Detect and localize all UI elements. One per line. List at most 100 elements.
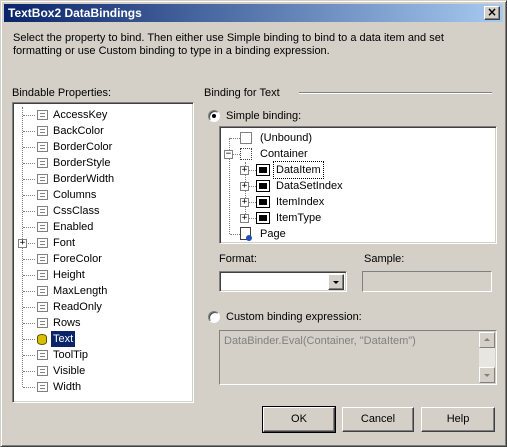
property-item[interactable]: BorderStyle <box>13 155 191 171</box>
format-dropdown-button[interactable] <box>328 274 344 290</box>
tree-guide-line <box>23 227 35 228</box>
property-item[interactable]: Height <box>13 267 191 283</box>
simple-binding-radio[interactable] <box>208 110 220 122</box>
data-source-node[interactable]: + ItemIndex <box>220 194 494 210</box>
custom-expression-field: DataBinder.Eval(Container, "DataItem") <box>219 330 497 385</box>
property-icon <box>37 382 48 392</box>
property-icon <box>37 238 48 248</box>
chevron-down-icon <box>333 281 339 284</box>
property-item[interactable]: ReadOnly <box>13 299 191 315</box>
expand-icon[interactable]: + <box>240 198 249 207</box>
property-item[interactable]: ForeColor <box>13 251 191 267</box>
format-label: Format: <box>219 253 257 265</box>
data-source-label: Container <box>260 148 308 160</box>
data-source-node[interactable]: (Unbound) <box>220 130 494 146</box>
tree-guide-line <box>23 131 35 132</box>
scroll-track[interactable] <box>479 348 495 367</box>
tree-guide-line <box>230 138 240 139</box>
property-icon <box>37 350 48 360</box>
tree-guide-line <box>23 195 35 196</box>
data-source-node[interactable]: − Container <box>220 146 494 162</box>
cancel-button[interactable]: Cancel <box>342 407 414 432</box>
scroll-down-button[interactable] <box>479 367 495 383</box>
property-icon <box>37 110 48 120</box>
data-source-node[interactable]: Page <box>220 226 494 242</box>
property-item[interactable]: BackColor <box>13 123 191 139</box>
data-item-icon <box>256 164 270 176</box>
scroll-down-icon <box>484 374 490 377</box>
expand-icon[interactable]: + <box>18 239 27 248</box>
property-item[interactable]: AccessKey <box>13 107 191 123</box>
expand-icon[interactable]: + <box>240 182 249 191</box>
property-item[interactable]: + Font <box>13 235 191 251</box>
close-button[interactable]: × <box>484 6 500 20</box>
window-title: TextBox2 DataBindings <box>8 6 142 20</box>
tree-guide-line <box>23 387 35 388</box>
property-item[interactable]: Visible <box>13 363 191 379</box>
page-icon <box>240 227 252 241</box>
property-icon <box>37 286 48 296</box>
data-item-icon <box>256 180 270 192</box>
property-item[interactable]: ToolTip <box>13 347 191 363</box>
property-item[interactable]: BorderColor <box>13 139 191 155</box>
expand-icon[interactable]: + <box>240 166 249 175</box>
property-item[interactable]: Width <box>13 379 191 395</box>
property-item[interactable]: Columns <box>13 187 191 203</box>
instructions-text: Select the property to bind. Then either… <box>13 32 444 57</box>
property-item[interactable]: CssClass <box>13 203 191 219</box>
property-icon <box>37 190 48 200</box>
tree-guide-line <box>23 323 35 324</box>
property-item[interactable]: BorderWidth <box>13 171 191 187</box>
property-item-label: Height <box>53 269 85 281</box>
data-source-node[interactable]: + DataItem <box>220 161 494 179</box>
property-item-label: Rows <box>53 317 81 329</box>
format-combobox[interactable] <box>219 271 347 292</box>
tree-guide-line <box>23 179 35 180</box>
ok-button[interactable]: OK <box>262 406 336 433</box>
tree-guide-line <box>23 115 35 116</box>
sample-label: Sample: <box>364 253 405 265</box>
property-item[interactable]: Rows <box>13 315 191 331</box>
data-source-label: DataItem <box>273 161 324 179</box>
simple-binding-label: Simple binding: <box>226 110 302 122</box>
property-icon <box>37 126 48 136</box>
property-item-label: Visible <box>53 365 86 377</box>
container-icon <box>240 148 252 160</box>
property-item-label: BorderStyle <box>53 157 111 169</box>
close-icon: × <box>486 5 498 19</box>
tree-guide-line <box>23 163 35 164</box>
tree-guide-line <box>23 211 35 212</box>
property-item[interactable]: MaxLength <box>13 283 191 299</box>
data-source-label: ItemIndex <box>276 196 325 208</box>
property-item[interactable]: Text <box>13 330 191 348</box>
scroll-up-icon <box>484 338 490 341</box>
data-source-label: Page <box>260 228 286 240</box>
property-item-label: ToolTip <box>53 349 89 361</box>
data-source-label: (Unbound) <box>260 132 312 144</box>
data-source-node[interactable]: + ItemType <box>220 210 494 226</box>
scroll-up-button[interactable] <box>479 332 495 348</box>
collapse-icon[interactable]: − <box>224 150 233 159</box>
expand-icon[interactable]: + <box>240 214 249 223</box>
binding-group-label: Binding for Text <box>204 87 280 99</box>
custom-expression-text: DataBinder.Eval(Container, "DataItem") <box>224 335 416 347</box>
tree-guide-line <box>23 291 35 292</box>
property-item-label: Enabled <box>53 221 94 233</box>
property-icon <box>37 222 48 232</box>
property-icon <box>37 174 48 184</box>
property-item-label: Width <box>53 381 82 393</box>
property-item-label: BorderColor <box>53 141 113 153</box>
tree-guide-line <box>23 275 35 276</box>
property-icon <box>37 254 48 264</box>
data-source-tree[interactable]: (Unbound) − Container + DataItem + DataSetInde… <box>219 126 497 244</box>
bindable-properties-tree[interactable]: AccessKey BackColor BorderColor BorderStyle… <box>12 102 194 403</box>
property-item-label: ForeColor <box>53 253 102 265</box>
help-button[interactable]: Help <box>421 407 495 432</box>
property-item[interactable]: Enabled <box>13 219 191 235</box>
data-source-node[interactable]: + DataSetIndex <box>220 178 494 194</box>
data-source-label: ItemType <box>276 212 322 224</box>
tree-guide-line <box>23 371 35 372</box>
custom-binding-radio[interactable] <box>208 311 220 323</box>
property-item-label: BorderWidth <box>53 173 115 185</box>
property-item-label: ReadOnly <box>53 301 102 313</box>
